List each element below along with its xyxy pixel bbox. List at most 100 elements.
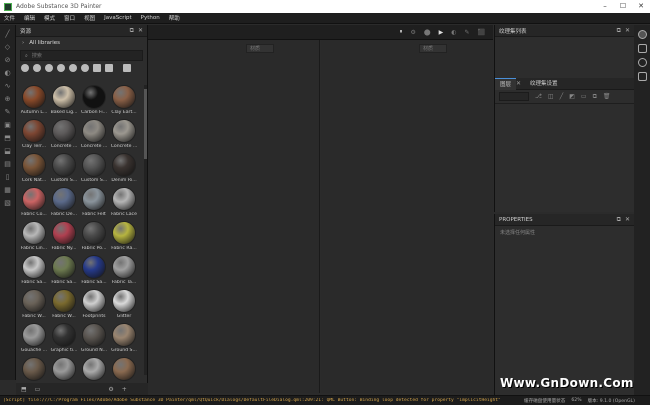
menu-python[interactable]: Python [141,15,160,21]
record-icon[interactable]: ⬤ [424,29,431,36]
asset-item[interactable]: Fabric Ra... [110,221,138,254]
folder-icon[interactable]: ▭ [35,386,41,393]
brush-icon[interactable]: ╱ [3,30,13,38]
asset-item[interactable]: Fabric Ta... [110,255,138,288]
close-panel-icon[interactable]: ✕ [138,27,143,34]
close-panel-icon[interactable]: ✕ [625,216,630,223]
asset-item[interactable]: Lacq P... [80,357,108,381]
asset-item[interactable]: Clay Terr... [20,119,48,152]
asset-item[interactable]: Fabric Lace [110,187,138,220]
layers-icon[interactable] [637,44,647,53]
asset-item[interactable]: Denim Ri... [110,153,138,186]
history-icon[interactable] [637,58,647,67]
duplicate-icon[interactable]: ⧉ [593,93,597,101]
smudge-icon[interactable]: ∿ [3,82,13,90]
asset-item[interactable]: Carbon Fi... [80,85,108,118]
menu-help[interactable]: 帮助 [169,14,180,22]
close-button[interactable]: ✕ [632,0,650,13]
grid-view-icon[interactable] [123,64,131,72]
eraser-icon[interactable]: ◇ [3,43,13,51]
filter-material-icon[interactable] [33,64,41,72]
asset-item[interactable]: Fabric De... [50,187,78,220]
add-fill-layer-icon[interactable]: ◩ [569,93,575,100]
settings-icon[interactable]: ⚙ [108,386,113,393]
asset-item[interactable]: Graphic ti... [50,323,78,356]
camera-icon[interactable]: ▶ [439,29,444,36]
close-tab-icon[interactable]: ✕ [516,80,521,87]
scroll-thumb[interactable] [144,89,147,159]
asset-item[interactable]: Autumn L... [20,85,48,118]
asset-item[interactable]: Glitter [110,289,138,322]
asset-item[interactable]: Concrete ... [50,119,78,152]
menu-file[interactable]: 文件 [4,14,15,22]
filter-all-icon[interactable] [21,64,29,72]
import-icon[interactable]: ⬒ [21,386,27,393]
menu-view[interactable]: 视图 [84,14,95,22]
clone-icon[interactable]: ⊕ [3,95,13,103]
asset-item[interactable]: Fabric Sa... [20,255,48,288]
filter-brush-icon[interactable] [81,64,89,72]
asset-item[interactable]: Fabric Sa... [80,255,108,288]
shading-icon[interactable]: ◐ [451,29,456,36]
add-mask-icon[interactable]: ◫ [548,93,554,100]
asset-item[interactable]: Clay Eart... [110,85,138,118]
asset-item[interactable]: Fabric W... [20,289,48,322]
asset-item[interactable]: Fabric Co... [20,187,48,220]
asset-item[interactable]: Fabric Sa... [50,255,78,288]
asset-item[interactable]: Baked Lig... [50,85,78,118]
blend-mode-select[interactable] [499,92,529,101]
menu-javascript[interactable]: JavaScript [104,15,132,21]
asset-item[interactable]: Fabric W... [50,289,78,322]
filter-texture-icon[interactable] [93,64,101,72]
viewport-2d-mode-select[interactable]: 材质 [419,44,447,53]
pause-icon[interactable]: ⏸ [399,28,402,36]
asset-item[interactable]: Ground S... [110,323,138,356]
asset-scrollbar[interactable] [144,85,147,375]
library-selector[interactable]: › All libraries [16,37,147,49]
asset-item[interactable]: Fabric Felt [80,187,108,220]
undock-icon[interactable]: ⧉ [617,27,621,35]
add-icon[interactable]: + [122,386,127,393]
shelf-icon[interactable]: ▤ [3,160,13,168]
filter-filter-icon[interactable] [69,64,77,72]
asset-item[interactable]: Ivy Brach... [50,357,78,381]
add-effect-icon[interactable]: ⎇ [535,93,542,100]
asset-item[interactable]: Cork Nat... [20,153,48,186]
undock-icon[interactable]: ⧉ [130,27,134,35]
viewport-3d-mode-select[interactable]: 材质 [246,44,274,53]
filter-environment-icon[interactable] [105,64,113,72]
display-settings-icon[interactable]: ▦ [3,186,13,194]
menu-window[interactable]: 窗口 [64,14,75,22]
asset-item[interactable]: Custom S... [80,153,108,186]
asset-item[interactable]: Gouache ... [20,323,48,356]
menu-mode[interactable]: 模式 [44,14,55,22]
document-icon[interactable]: ▯ [3,173,13,181]
bake-icon[interactable]: ⬒ [3,134,13,142]
properties-icon[interactable] [637,72,647,81]
asset-item[interactable]: Custom S... [50,153,78,186]
viewport-2d[interactable]: 材质 [321,40,493,393]
undock-icon[interactable]: ⧉ [617,216,621,224]
polyfill-icon[interactable]: ▣ [3,121,13,129]
geometry-mask-icon[interactable]: ◐ [3,69,13,77]
asset-item[interactable]: Fabric Ny... [50,221,78,254]
delete-icon[interactable]: 🗑 [603,93,611,100]
menu-edit[interactable]: 编辑 [24,14,35,22]
close-panel-icon[interactable]: ✕ [625,27,630,34]
asset-item[interactable]: Fabric Po... [80,221,108,254]
render-settings-icon[interactable]: ⚙ [411,29,416,36]
maximize-button[interactable]: ☐ [614,0,632,13]
picker-icon[interactable]: ✎ [3,108,13,116]
asset-item[interactable]: Footprints [80,289,108,322]
asset-item[interactable]: Fabric Lin... [20,221,48,254]
asset-item[interactable]: Concrete ... [110,119,138,152]
add-folder-icon[interactable]: ▭ [581,93,587,100]
screenshot-icon[interactable]: ⬛ [478,29,485,36]
projection-icon[interactable]: ⊘ [3,56,13,64]
filter-mask-icon[interactable] [57,64,65,72]
viewport-3d[interactable]: 材质 [148,40,320,393]
minimize-button[interactable]: – [596,0,614,13]
tab-texture-set-settings[interactable]: 纹理集设置 [525,78,563,90]
add-paint-layer-icon[interactable]: ╱ [560,93,564,100]
export-icon[interactable]: ⬓ [3,147,13,155]
